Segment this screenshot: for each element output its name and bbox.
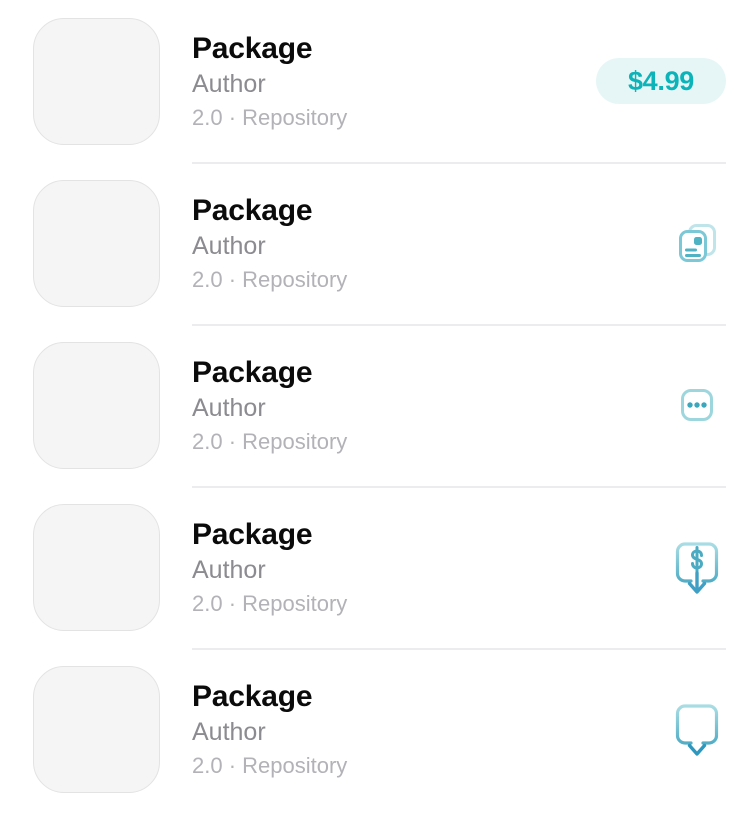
package-meta: 2.0 · Repository <box>192 267 348 293</box>
package-icon-placeholder <box>33 179 160 307</box>
package-info: Package Author 2.0 · Repository <box>192 194 596 293</box>
package-meta: 2.0 · Repository <box>192 753 348 779</box>
package-author: Author <box>192 556 266 585</box>
package-meta: 2.0 · Repository <box>192 429 348 455</box>
stacked-cards-icon[interactable] <box>668 214 726 272</box>
package-icon-placeholder <box>33 17 160 145</box>
more-ellipsis-icon[interactable] <box>668 376 726 434</box>
purchase-dollar-download-icon[interactable] <box>668 538 726 596</box>
package-action <box>596 700 726 758</box>
package-name: Package <box>192 679 313 713</box>
package-icon-placeholder <box>33 341 160 469</box>
package-name: Package <box>192 517 313 551</box>
package-info: Package Author 2.0 · Repository <box>192 356 596 455</box>
package-list-item[interactable]: Package Author 2.0 · Repository <box>0 486 750 648</box>
package-meta: 2.0 · Repository <box>192 591 348 617</box>
package-info: Package Author 2.0 · Repository <box>192 518 596 617</box>
package-author: Author <box>192 394 266 423</box>
package-list-item[interactable]: Package Author 2.0 · Repository $4.99 <box>0 0 750 162</box>
price-badge[interactable]: $4.99 <box>596 58 726 104</box>
package-icon-placeholder <box>33 665 160 793</box>
package-info: Package Author 2.0 · Repository <box>192 32 596 131</box>
package-info: Package Author 2.0 · Repository <box>192 680 596 779</box>
package-list-item[interactable]: Package Author 2.0 · Repository <box>0 648 750 810</box>
package-name: Package <box>192 31 313 65</box>
package-name: Package <box>192 355 313 389</box>
package-meta: 2.0 · Repository <box>192 105 348 131</box>
package-author: Author <box>192 718 266 747</box>
package-action: $4.99 <box>596 58 726 104</box>
download-icon[interactable] <box>668 700 726 758</box>
package-action <box>596 376 726 434</box>
package-name: Package <box>192 193 313 227</box>
package-list-item[interactable]: Package Author 2.0 · Repository <box>0 162 750 324</box>
package-author: Author <box>192 232 266 261</box>
package-icon-placeholder <box>33 503 160 631</box>
package-action <box>596 214 726 272</box>
package-action <box>596 538 726 596</box>
package-list-item[interactable]: Package Author 2.0 · Repository <box>0 324 750 486</box>
package-author: Author <box>192 70 266 99</box>
package-list: Package Author 2.0 · Repository $4.99 Pa… <box>0 0 750 810</box>
